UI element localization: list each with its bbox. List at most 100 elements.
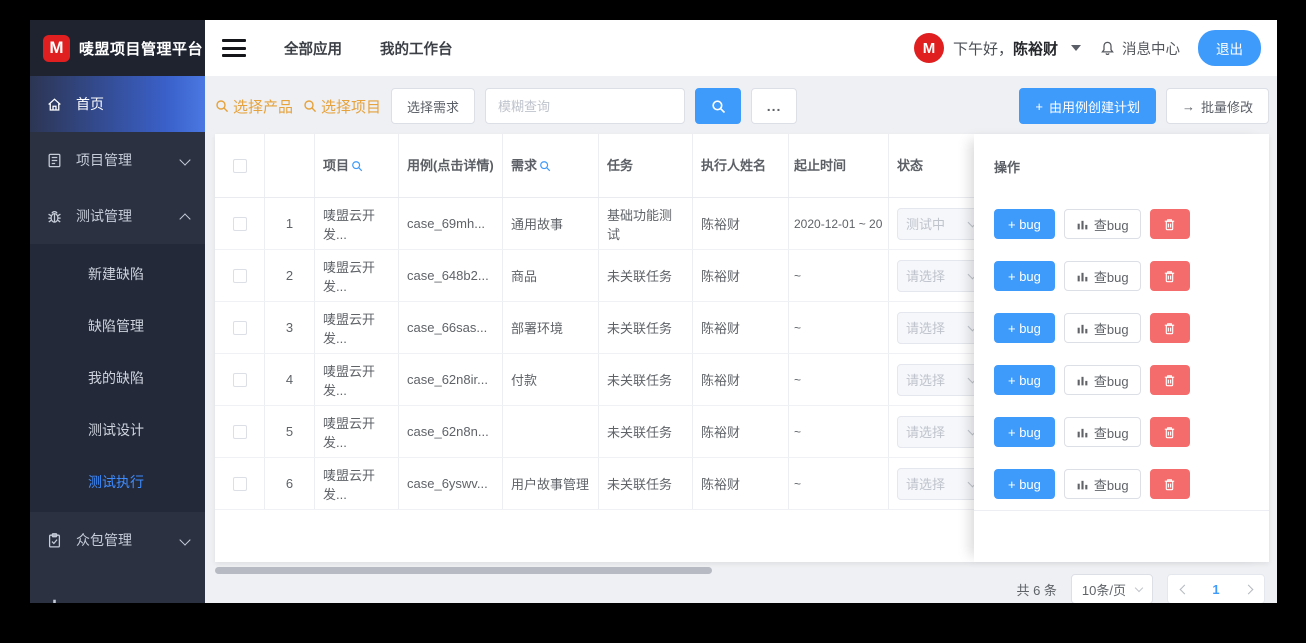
cell-case[interactable]: case_62n8ir... — [399, 354, 503, 405]
current-page[interactable]: 1 — [1200, 582, 1232, 597]
app-logo: M 唛盟项目管理平台 — [30, 20, 205, 76]
delete-button[interactable] — [1149, 209, 1190, 239]
menu-collapse-icon[interactable] — [222, 39, 246, 57]
add-bug-button[interactable]: + bug — [994, 469, 1055, 499]
ops-row: + bug 查bug — [994, 354, 1269, 406]
caret-down-icon — [1071, 45, 1081, 51]
bar-chart-icon — [1077, 220, 1088, 229]
delete-button[interactable] — [1149, 365, 1190, 395]
add-bug-button[interactable]: + bug — [994, 417, 1055, 447]
chevron-left-icon — [1179, 584, 1189, 594]
cell-case[interactable]: case_648b2... — [399, 250, 503, 301]
logout-button[interactable]: 退出 — [1198, 30, 1261, 66]
ops-row: + bug 查bug — [994, 406, 1269, 458]
more-filters-button[interactable]: ... — [751, 88, 798, 124]
delete-button[interactable] — [1149, 261, 1190, 291]
status-select[interactable]: 请选择 — [897, 467, 985, 500]
status-select[interactable]: 请选择 — [897, 259, 985, 292]
status-select[interactable]: 测试中 — [897, 207, 985, 240]
status-select[interactable]: 请选择 — [897, 415, 985, 448]
sidebar-item-new-defect[interactable]: 新建缺陷 — [30, 248, 205, 300]
table-zone: 项目 用例(点击详情) 需求 任务 执行人姓名 起止时间 状态 1 唛盟云开发.… — [215, 134, 1269, 574]
filter-search-icon[interactable] — [351, 160, 363, 172]
add-bug-button[interactable]: + bug — [994, 313, 1055, 343]
trash-icon — [1164, 218, 1175, 230]
row-checkbox[interactable] — [232, 216, 247, 231]
add-bug-button[interactable]: + bug — [994, 365, 1055, 395]
filter-search-icon[interactable] — [539, 160, 551, 172]
delete-button[interactable] — [1149, 417, 1190, 447]
home-icon — [48, 97, 61, 111]
select-requirement-button[interactable]: 选择需求 — [391, 88, 476, 124]
view-bug-button[interactable]: 查bug — [1063, 313, 1141, 343]
fuzzy-search-input[interactable] — [485, 88, 686, 124]
view-bug-button[interactable]: 查bug — [1063, 469, 1141, 499]
sidebar-item-home[interactable]: 首页 — [30, 76, 205, 132]
cell-requirement: 用户故事管理 — [503, 458, 599, 509]
cell-time: ~ — [789, 250, 889, 301]
cell-case[interactable]: case_69mh... — [399, 198, 503, 249]
clipboard-check-icon — [48, 532, 61, 548]
message-center[interactable]: 消息中心 — [1099, 38, 1180, 59]
view-bug-button[interactable]: 查bug — [1063, 261, 1141, 291]
row-checkbox[interactable] — [232, 268, 247, 283]
view-bug-button[interactable]: 查bug — [1063, 209, 1141, 239]
row-checkbox[interactable] — [232, 320, 247, 335]
add-bug-button[interactable]: + bug — [994, 209, 1055, 239]
nav-all-apps[interactable]: 全部应用 — [284, 38, 342, 59]
sidebar-item-partial[interactable] — [30, 592, 205, 603]
nav-my-workbench[interactable]: 我的工作台 — [380, 38, 453, 59]
sidebar-item-test-mgmt[interactable]: 测试管理 — [30, 188, 205, 244]
page-size-select[interactable]: 10条/页 — [1070, 574, 1153, 603]
cell-time: ~ — [789, 458, 889, 509]
sidebar-item-crowd-mgmt[interactable]: 众包管理 — [30, 512, 205, 568]
delete-button[interactable] — [1149, 313, 1190, 343]
status-select[interactable]: 请选择 — [897, 363, 985, 396]
stats-icon — [53, 599, 56, 603]
app-title: 唛盟项目管理平台 — [79, 40, 204, 58]
row-checkbox[interactable] — [232, 476, 247, 491]
sidebar-item-my-defects[interactable]: 我的缺陷 — [30, 352, 205, 404]
filter-toolbar: 选择产品 选择项目 选择需求 ... + 由用例创建计划 — [215, 86, 1269, 126]
view-bug-label: 查bug — [1093, 269, 1129, 285]
greeting-prefix: 下午好， — [952, 40, 1013, 58]
col-time: 起止时间 — [789, 134, 889, 197]
cell-requirement: 通用故事 — [503, 198, 599, 249]
delete-button[interactable] — [1149, 469, 1190, 499]
search-button[interactable] — [695, 88, 742, 124]
sidebar-item-project-mgmt[interactable]: 项目管理 — [30, 132, 205, 188]
prev-page-button[interactable] — [1168, 575, 1200, 603]
status-value: 测试中 — [906, 217, 946, 232]
status-value: 请选择 — [906, 321, 946, 336]
select-product-link[interactable]: 选择产品 — [215, 96, 293, 117]
cell-project: 唛盟云开发... — [315, 406, 399, 457]
select-all-checkbox[interactable] — [232, 158, 247, 173]
select-product-label: 选择产品 — [233, 98, 294, 116]
create-plan-button[interactable]: + 由用例创建计划 — [1019, 88, 1156, 124]
row-checkbox[interactable] — [232, 372, 247, 387]
view-bug-button[interactable]: 查bug — [1063, 417, 1141, 447]
arrow-right-icon: → — [1181, 98, 1195, 114]
sidebar-item-test-execution[interactable]: 测试执行 — [30, 456, 205, 508]
trash-icon — [1164, 270, 1175, 282]
total-count: 共 6 条 — [1016, 582, 1057, 598]
next-page-button[interactable] — [1232, 575, 1264, 603]
bar-chart-icon — [1077, 376, 1088, 385]
view-bug-label: 查bug — [1093, 425, 1129, 441]
select-project-link[interactable]: 选择项目 — [303, 96, 381, 117]
cell-case[interactable]: case_62n8n... — [399, 406, 503, 457]
status-select[interactable]: 请选择 — [897, 311, 985, 344]
horizontal-scrollbar[interactable] — [215, 567, 712, 574]
page-size-value: 10条/页 — [1081, 582, 1126, 598]
sidebar-item-defect-mgmt[interactable]: 缺陷管理 — [30, 300, 205, 352]
cell-case[interactable]: case_66sas... — [399, 302, 503, 353]
document-icon — [48, 153, 61, 167]
sidebar-item-test-design[interactable]: 测试设计 — [30, 404, 205, 456]
view-bug-button[interactable]: 查bug — [1063, 365, 1141, 395]
add-bug-button[interactable]: + bug — [994, 261, 1055, 291]
col-case: 用例(点击详情) — [399, 134, 503, 197]
cell-case[interactable]: case_6yswv... — [399, 458, 503, 509]
user-menu[interactable]: M 下午好，陈裕财 — [913, 33, 1081, 63]
row-checkbox[interactable] — [232, 424, 247, 439]
batch-edit-button[interactable]: → 批量修改 — [1165, 88, 1269, 124]
